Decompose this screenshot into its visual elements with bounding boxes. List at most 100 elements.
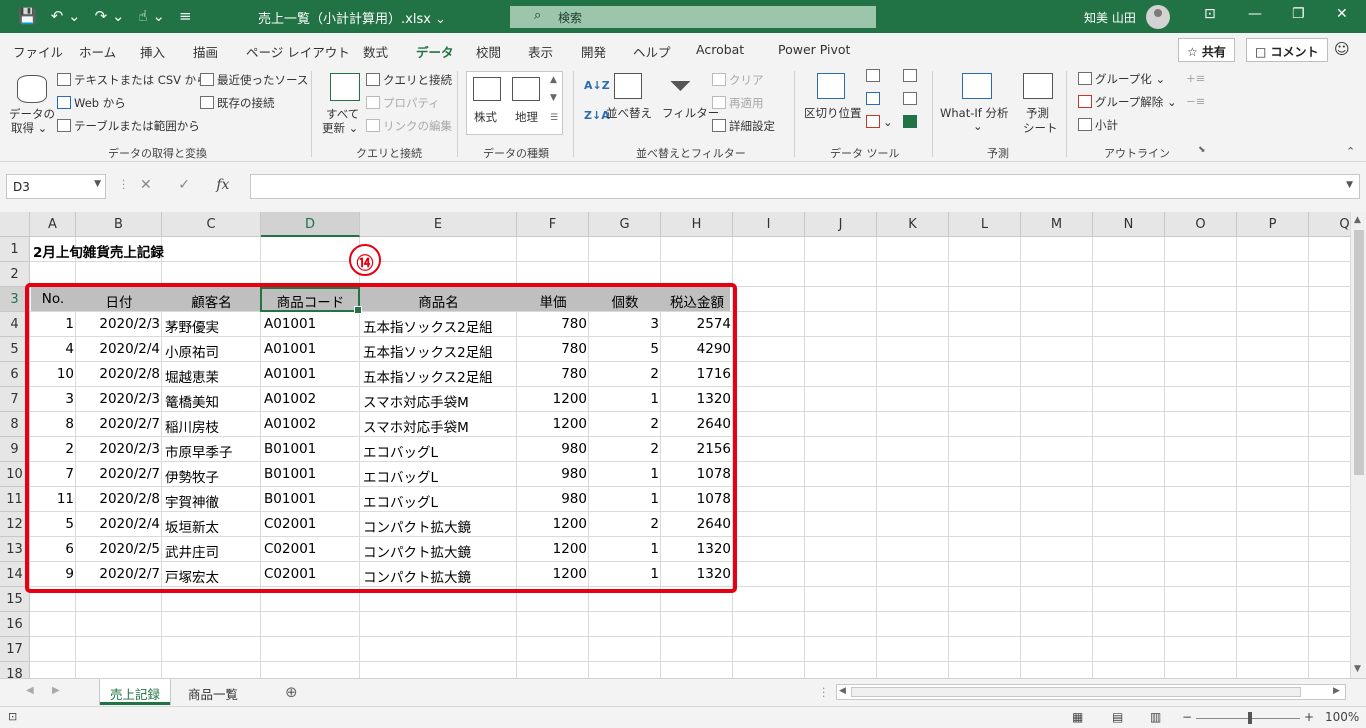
worksheet-grid[interactable]: A B C D E F G H I J K L M N O P Q 1 2 3 4 5 6 7 8 9 10 11 12 13 14 15 16… — [0, 212, 1350, 678]
scroll-up-icon[interactable]: ▲ — [1354, 215, 1361, 225]
collapse-ribbon-icon[interactable]: ⌃ — [1346, 145, 1355, 158]
reapply-button[interactable]: 再適用 — [712, 95, 764, 111]
chevron-down-icon[interactable]: ▼ — [94, 179, 101, 189]
cancel-icon[interactable]: ✕ — [140, 177, 152, 193]
recent-sources-button[interactable]: 最近使ったソース — [200, 72, 308, 88]
zoom-in-icon[interactable]: + — [1304, 710, 1314, 724]
column-header-o[interactable]: O — [1165, 212, 1237, 237]
filter-button[interactable]: フィルター — [662, 105, 719, 121]
show-detail-icon[interactable]: +≡ — [1186, 71, 1205, 85]
feedback-icon[interactable]: ☺ — [1334, 40, 1350, 58]
page-break-view-icon[interactable]: ▥ — [1150, 710, 1161, 724]
scroll-right-icon[interactable]: ▶ — [1333, 686, 1340, 696]
column-header-m[interactable]: M — [1021, 212, 1093, 237]
remove-duplicates-icon[interactable] — [866, 92, 883, 106]
zoom-slider-knob[interactable] — [1248, 712, 1252, 724]
column-header-i[interactable]: I — [733, 212, 805, 237]
tab-split-icon[interactable]: ⋮ — [818, 685, 830, 699]
undo-icon[interactable]: ↶ ⌄ — [51, 7, 81, 25]
page-layout-view-icon[interactable]: ▤ — [1112, 710, 1123, 724]
expand-formula-icon[interactable]: ▼ — [1346, 180, 1353, 190]
text-csv-button[interactable]: テキストまたは CSV から — [57, 72, 208, 88]
column-header-b[interactable]: B — [76, 212, 162, 237]
column-header-c[interactable]: C — [162, 212, 261, 237]
outline-dialog-launcher-icon[interactable]: ⬊ — [1198, 145, 1206, 155]
comments-button[interactable]: □ コメント — [1246, 38, 1328, 62]
tab-insert[interactable]: 挿入 — [140, 42, 165, 61]
edit-links-button[interactable]: リンクの編集 — [366, 118, 452, 134]
prev-sheet-icon[interactable]: ◀ — [26, 685, 34, 696]
document-title[interactable]: 売上一覧（小計計算用）.xlsx ⌄ — [258, 8, 446, 27]
consolidate-icon[interactable] — [903, 69, 920, 83]
advanced-filter-button[interactable]: 詳細設定 — [712, 118, 775, 134]
web-button[interactable]: Web から — [57, 95, 126, 111]
text-to-columns-button[interactable]: 区切り位置 — [804, 105, 862, 121]
column-header-d[interactable]: D — [261, 212, 360, 237]
vertical-scrollbar[interactable]: ▲ ▼ — [1350, 212, 1366, 678]
tab-draw[interactable]: 描画 — [193, 42, 218, 61]
existing-connections-button[interactable]: 既存の接続 — [200, 95, 275, 111]
column-header-q[interactable]: Q — [1309, 212, 1350, 237]
stocks-button[interactable]: 株式 — [474, 109, 497, 125]
data-validation-icon[interactable]: ⌄ — [866, 115, 893, 129]
gallery-up-icon[interactable]: ▲ — [550, 75, 557, 85]
queries-connections-button[interactable]: クエリと接続 — [366, 72, 452, 88]
sheet-tab-sales-record[interactable]: 売上記録 — [100, 679, 171, 705]
row-header-17[interactable]: 17 — [0, 637, 30, 662]
relationships-icon[interactable] — [903, 92, 920, 106]
get-data-button-line2[interactable]: 取得 ⌄ — [11, 120, 47, 136]
hide-detail-icon[interactable]: −≡ — [1186, 94, 1205, 108]
tab-view[interactable]: 表示 — [528, 42, 553, 61]
tab-review[interactable]: 校閲 — [476, 42, 501, 61]
column-header-h[interactable]: H — [661, 212, 733, 237]
macro-record-icon[interactable]: ⊡ — [8, 710, 17, 723]
sort-button[interactable]: 並べ替え — [606, 105, 652, 121]
zoom-out-icon[interactable]: − — [1182, 710, 1192, 724]
formula-input[interactable]: ▼ — [250, 174, 1360, 199]
ribbon-display-icon[interactable]: ⊡ — [1204, 6, 1216, 22]
column-header-f[interactable]: F — [517, 212, 589, 237]
column-header-k[interactable]: K — [877, 212, 949, 237]
scroll-left-icon[interactable]: ◀ — [839, 686, 846, 696]
minimize-button[interactable]: — — [1248, 6, 1262, 22]
close-button[interactable]: ✕ — [1336, 6, 1348, 22]
tab-developer[interactable]: 開発 — [581, 42, 606, 61]
group-button[interactable]: グループ化 ⌄ — [1078, 71, 1165, 87]
clear-button[interactable]: クリア — [712, 72, 764, 88]
column-header-j[interactable]: J — [805, 212, 877, 237]
tab-file[interactable]: ファイル — [13, 42, 63, 61]
user-name[interactable]: 知美 山田 — [1084, 9, 1136, 26]
row-header-2[interactable]: 2 — [0, 262, 30, 287]
tab-acrobat[interactable]: Acrobat — [696, 42, 744, 57]
restore-button[interactable]: ❐ — [1292, 6, 1305, 22]
tab-power-pivot[interactable]: Power Pivot — [778, 42, 850, 57]
flash-fill-icon[interactable] — [866, 69, 883, 83]
avatar[interactable] — [1146, 5, 1170, 29]
insert-function-icon[interactable]: fx — [216, 177, 229, 193]
name-box[interactable]: D3 ▼ — [6, 174, 106, 199]
forecast-sheet-button[interactable]: 予測 — [1026, 105, 1049, 121]
tab-data[interactable]: データ — [416, 42, 454, 68]
customize-qat-icon[interactable]: ≡ — [179, 7, 192, 25]
what-if-dropdown-icon[interactable]: ⌄ — [973, 119, 983, 133]
normal-view-icon[interactable]: ▦ — [1072, 710, 1083, 724]
tab-page-layout[interactable]: ページ レイアウト — [246, 42, 350, 61]
scroll-down-icon[interactable]: ▼ — [1354, 664, 1361, 674]
enter-icon[interactable]: ✓ — [178, 177, 190, 193]
tab-help[interactable]: ヘルプ — [633, 42, 671, 61]
search-box[interactable]: ⌕ 検索 — [510, 6, 876, 28]
redo-icon[interactable]: ↷ ⌄ — [95, 7, 125, 25]
refresh-all-button-line2[interactable]: 更新 ⌄ — [322, 120, 358, 136]
row-header-18[interactable]: 18 — [0, 662, 30, 678]
ungroup-button[interactable]: グループ解除 ⌄ — [1078, 94, 1177, 110]
share-button[interactable]: ☆ 共有 — [1178, 38, 1235, 62]
gallery-down-icon[interactable]: ▼ — [550, 93, 557, 103]
sort-ascending-icon[interactable]: A↓Z — [584, 79, 610, 92]
column-header-p[interactable]: P — [1237, 212, 1309, 237]
row-header-16[interactable]: 16 — [0, 612, 30, 637]
column-header-l[interactable]: L — [949, 212, 1021, 237]
horizontal-scroll-thumb[interactable] — [851, 687, 1301, 697]
data-model-icon[interactable] — [903, 115, 920, 129]
zoom-level[interactable]: 100% — [1325, 710, 1359, 724]
column-header-g[interactable]: G — [589, 212, 661, 237]
